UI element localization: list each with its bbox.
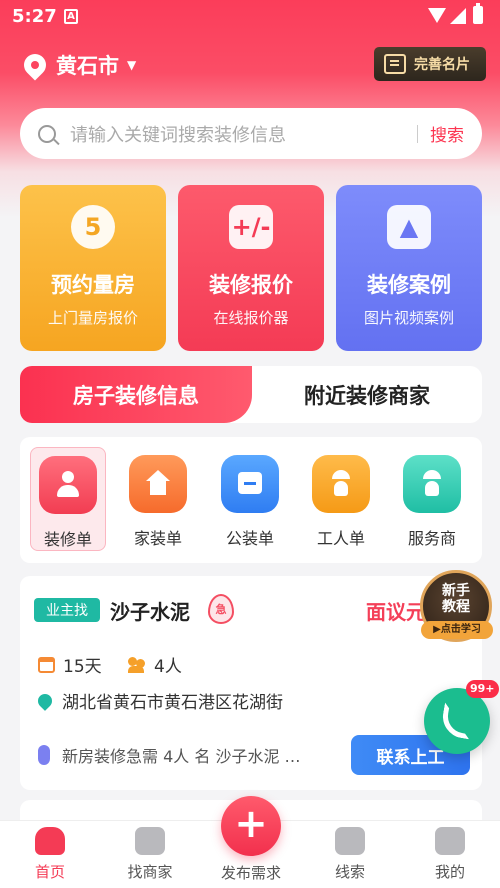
location-pin-icon xyxy=(35,690,55,711)
calendar-icon xyxy=(38,656,55,673)
engineer-icon xyxy=(403,455,461,513)
category-renovation-order[interactable]: 装修单 xyxy=(30,447,106,551)
status-time: 5:27 xyxy=(12,6,57,27)
notification-badge: 99+ xyxy=(466,680,499,698)
nav-home[interactable]: 首页 xyxy=(10,827,90,882)
section-tabs: 房子装修信息 附近装修商家 xyxy=(20,366,482,423)
person-icon xyxy=(39,456,97,514)
owner-badge: 业主找 xyxy=(34,598,100,622)
battery-icon xyxy=(473,3,483,24)
phone-icon xyxy=(439,702,475,740)
category-label: 公装单 xyxy=(225,529,274,548)
profile-icon xyxy=(435,827,465,855)
nav-mine-label: 我的 xyxy=(434,863,465,881)
job-title: 沙子水泥 xyxy=(110,600,190,624)
job-description: 新房装修急需 4人 名 沙子水泥 … xyxy=(38,743,301,767)
category-label: 家装单 xyxy=(133,529,182,548)
nav-find-merchants[interactable]: 找商家 xyxy=(110,827,190,882)
city-selector[interactable]: 黄石市 ▼ xyxy=(19,49,137,81)
shop-icon xyxy=(221,455,279,513)
tutorial-title-1: 新手 xyxy=(442,583,470,599)
tile-cases[interactable]: ▲ 装修案例 图片视频案例 xyxy=(336,185,482,351)
wifi-icon xyxy=(428,8,446,23)
complete-card-button[interactable]: 完善名片 xyxy=(374,47,486,81)
nav-leads[interactable]: 线索 xyxy=(310,827,390,882)
house-icon xyxy=(129,455,187,513)
address-text: 湖北省黄石市黄石港区花湖街 xyxy=(62,693,283,713)
job-duration: 15天 xyxy=(38,652,102,677)
signal-icon xyxy=(450,8,466,24)
search-input[interactable]: 请输入关键词搜索装修信息 xyxy=(70,121,417,147)
nav-merchants-label: 找商家 xyxy=(127,863,173,881)
picture-icon: ▲ xyxy=(387,205,431,249)
city-name: 黄石市 xyxy=(56,54,119,78)
plus-icon: + xyxy=(234,801,268,847)
category-bar: 装修单 家装单 公装单 工人单 服务商 xyxy=(20,437,482,563)
people-icon xyxy=(128,656,146,673)
merchant-icon xyxy=(135,827,165,855)
home-icon xyxy=(35,827,65,855)
card-edit-icon xyxy=(384,54,406,74)
feature-tiles: 5 预约量房 上门量房报价 +/- 装修报价 在线报价器 ▲ 装修案例 图片视频… xyxy=(20,185,482,351)
job-headcount: 4人 xyxy=(128,652,182,677)
tab-nearby-merchants[interactable]: 附近装修商家 xyxy=(252,366,482,423)
search-button[interactable]: 搜索 xyxy=(430,121,464,146)
category-label: 服务商 xyxy=(407,529,456,548)
publish-label: 发布需求 xyxy=(220,864,281,882)
leads-icon xyxy=(335,827,365,855)
tab-renovation-info[interactable]: 房子装修信息 xyxy=(20,366,252,423)
complete-card-label: 完善名片 xyxy=(414,57,470,73)
sim-icon: A xyxy=(64,9,78,24)
urgent-icon: 急 xyxy=(208,594,234,624)
job-card[interactable]: 业主找 沙子水泥 急 面议元 15天 4人 湖北省黄石市黄石港区花湖街 新房装修… xyxy=(20,576,482,790)
tile-measure-house[interactable]: 5 预约量房 上门量房报价 xyxy=(20,185,166,351)
job-price: 面议元 xyxy=(366,600,426,624)
description-text: 新房装修急需 4人 名 沙子水泥 … xyxy=(62,747,301,766)
calculator-icon: +/- xyxy=(229,205,273,249)
nav-mine[interactable]: 我的 xyxy=(410,827,490,882)
worker-icon xyxy=(312,455,370,513)
location-pin-icon xyxy=(19,49,51,81)
tile-quote[interactable]: +/- 装修报价 在线报价器 xyxy=(178,185,324,351)
tutorial-badge: ▶点击学习 xyxy=(421,621,493,639)
tile-subtitle: 在线报价器 xyxy=(213,309,289,327)
category-label: 工人单 xyxy=(316,529,365,548)
tile-title: 装修案例 xyxy=(367,273,451,297)
microphone-icon xyxy=(38,745,50,765)
publish-button[interactable]: + xyxy=(221,796,281,856)
tape-measure-icon: 5 xyxy=(71,205,115,249)
nav-leads-label: 线索 xyxy=(334,863,365,881)
tile-subtitle: 上门量房报价 xyxy=(47,309,138,327)
headcount-value: 4人 xyxy=(154,657,182,677)
nav-home-label: 首页 xyxy=(34,863,65,881)
job-address: 湖北省黄石市黄石港区花湖街 xyxy=(35,688,283,713)
tile-title: 装修报价 xyxy=(209,273,293,297)
category-public-order[interactable]: 公装单 xyxy=(212,447,288,551)
status-bar: 5:27 A xyxy=(0,0,500,34)
beginner-tutorial-button[interactable]: 新手 教程 ▶点击学习 xyxy=(420,570,493,642)
tile-subtitle: 图片视频案例 xyxy=(363,309,454,327)
caret-down-icon: ▼ xyxy=(127,58,137,72)
search-divider xyxy=(417,124,418,143)
category-home-order[interactable]: 家装单 xyxy=(120,447,196,551)
category-label: 装修单 xyxy=(43,530,92,549)
tutorial-title-2: 教程 xyxy=(442,599,470,615)
search-icon xyxy=(38,124,56,143)
category-worker-order[interactable]: 工人单 xyxy=(303,447,379,551)
tile-title: 预约量房 xyxy=(51,273,135,297)
duration-value: 15天 xyxy=(63,657,102,677)
search-bar[interactable]: 请输入关键词搜索装修信息 搜索 xyxy=(20,108,482,159)
category-service-provider[interactable]: 服务商 xyxy=(394,447,470,551)
